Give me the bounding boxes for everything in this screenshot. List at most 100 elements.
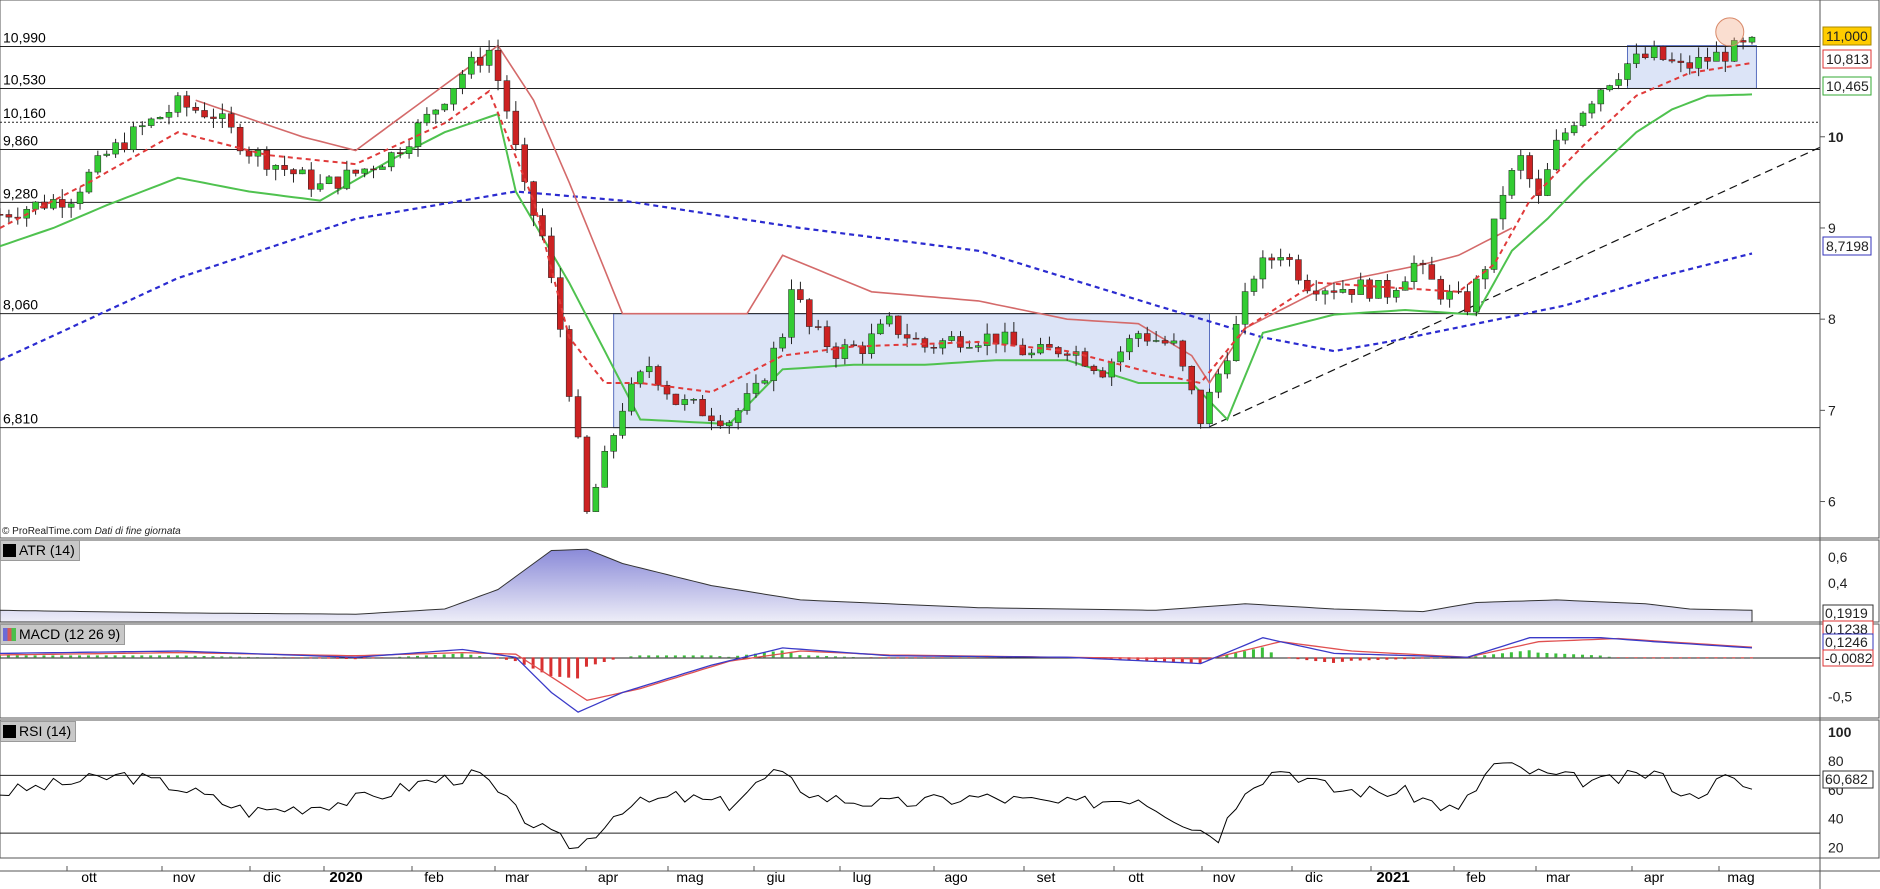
x-axis: ott nov dic 2020 feb mar apr mag giu lug ago set ott… <box>66 866 1755 886</box>
macd-histogram-bar <box>175 655 179 658</box>
candle-up <box>601 451 609 488</box>
candle-down <box>1188 365 1195 391</box>
macd-histogram-bar <box>24 655 28 658</box>
candle-down <box>1366 279 1373 299</box>
macd-histogram-bar <box>789 652 793 658</box>
credit-note: Dati di fine giornata <box>94 526 181 537</box>
macd-histogram-bar <box>166 655 170 658</box>
candle-up <box>770 347 777 381</box>
macd-histogram-bar <box>1572 654 1576 658</box>
macd-histogram-bar <box>424 655 428 658</box>
x-month-label: dic <box>263 869 281 885</box>
macd-histogram-bar <box>1340 657 1344 662</box>
candle-down <box>334 176 342 189</box>
candle-up <box>1321 290 1329 295</box>
macd-histogram-bar <box>238 656 242 658</box>
candle-up <box>165 112 173 118</box>
macd-histogram-bar <box>1589 655 1593 658</box>
atr-swatch-icon <box>3 544 16 557</box>
rsi-indicator-tag[interactable]: RSI (14) <box>0 721 77 742</box>
candle-up <box>485 49 493 66</box>
x-month-label: apr <box>1644 869 1665 885</box>
level-label: 10,990 <box>3 30 46 46</box>
macd-histogram-bar <box>682 655 686 658</box>
macd-histogram-bar <box>1669 657 1673 659</box>
x-month-label: feb <box>1466 869 1486 885</box>
data-credit: © ProRealTime.com Dati di fine giornata <box>2 526 181 537</box>
atr-indicator-tag[interactable]: ATR (14) <box>0 540 80 561</box>
candle-up <box>1633 53 1640 64</box>
x-month-label: apr <box>598 869 619 885</box>
last-value-label: 11,000 <box>1826 28 1868 44</box>
candle-up <box>450 88 457 105</box>
rsi-value-label: 60,682 <box>1825 771 1868 787</box>
candle-up <box>1206 391 1213 425</box>
macd-histogram-bar <box>6 655 10 658</box>
candle-down <box>806 299 813 327</box>
macd-histogram-bar <box>896 657 900 659</box>
atr-tick-label: 0,6 <box>1828 549 1848 565</box>
candle-down <box>1526 155 1533 180</box>
candle-down <box>352 169 359 174</box>
candle-up <box>1277 257 1284 261</box>
candle-down <box>1312 290 1320 295</box>
macd-histogram-bar <box>1349 657 1353 661</box>
candle-up <box>788 289 795 338</box>
macd-histogram-bar <box>1394 657 1398 660</box>
candle-up <box>592 487 600 512</box>
rsi-panel: 1008060402060,682 <box>0 724 1874 856</box>
macd-histogram-bar <box>469 654 473 658</box>
macd-histogram-bar <box>433 654 437 658</box>
macd-histogram-bar <box>1563 653 1567 658</box>
candle-up <box>76 191 84 204</box>
macd-histogram-bar <box>567 657 571 678</box>
candle-up <box>1748 36 1756 43</box>
atr-label: ATR (14) <box>19 542 75 558</box>
macd-histogram-bar <box>291 657 295 658</box>
macd-histogram-bar <box>1492 654 1496 658</box>
candle-up <box>139 125 146 128</box>
macd-indicator-tag[interactable]: MACD (12 26 9) <box>0 624 126 645</box>
macd-histogram-bar <box>593 657 597 665</box>
macd-histogram-bar <box>220 656 224 658</box>
candle-down <box>797 289 804 300</box>
macd-histogram-bar <box>1616 657 1620 658</box>
candle-down <box>1143 333 1151 342</box>
macd-histogram-bar <box>496 657 500 659</box>
macd-histogram-bar <box>1652 657 1656 659</box>
last-value-label: 10,813 <box>1826 51 1869 67</box>
macd-histogram-bar <box>60 655 64 658</box>
candle-up <box>681 399 689 405</box>
macd-histogram-bar <box>122 655 126 658</box>
candle-down <box>1197 389 1204 425</box>
candle-up <box>1508 170 1516 196</box>
macd-histogram-bar <box>691 655 695 658</box>
macd-histogram-bar <box>309 657 313 659</box>
candle-down <box>1686 62 1693 69</box>
x-year-label: 2021 <box>1376 869 1409 886</box>
candle-up <box>1713 51 1720 62</box>
candle-up <box>690 399 697 401</box>
macd-histogram-bar <box>584 657 588 667</box>
candle-down <box>1010 331 1018 346</box>
candle-down <box>183 95 191 108</box>
panel-frames <box>0 0 1880 889</box>
candle-down <box>1419 262 1427 265</box>
macd-histogram-bar <box>798 655 802 658</box>
macd-histogram-bar <box>451 654 455 658</box>
candle-up <box>1579 112 1587 126</box>
candle-up <box>1650 46 1658 58</box>
candle-down <box>823 326 831 348</box>
macd-histogram-bar <box>1429 657 1433 659</box>
candle-up <box>752 382 760 394</box>
candle-up <box>423 113 431 124</box>
candle-up <box>619 410 626 436</box>
macd-histogram-bar <box>113 655 117 658</box>
level-label: 6,810 <box>3 411 38 427</box>
candle-up <box>1357 279 1364 295</box>
candle-down <box>1161 340 1169 344</box>
macd-panel: -0,50,12380,1246-0,0082 <box>0 620 1874 713</box>
macd-histogram-bar <box>95 655 99 658</box>
last-value-label: 8,7198 <box>1826 238 1869 254</box>
candle-down <box>1268 257 1276 261</box>
